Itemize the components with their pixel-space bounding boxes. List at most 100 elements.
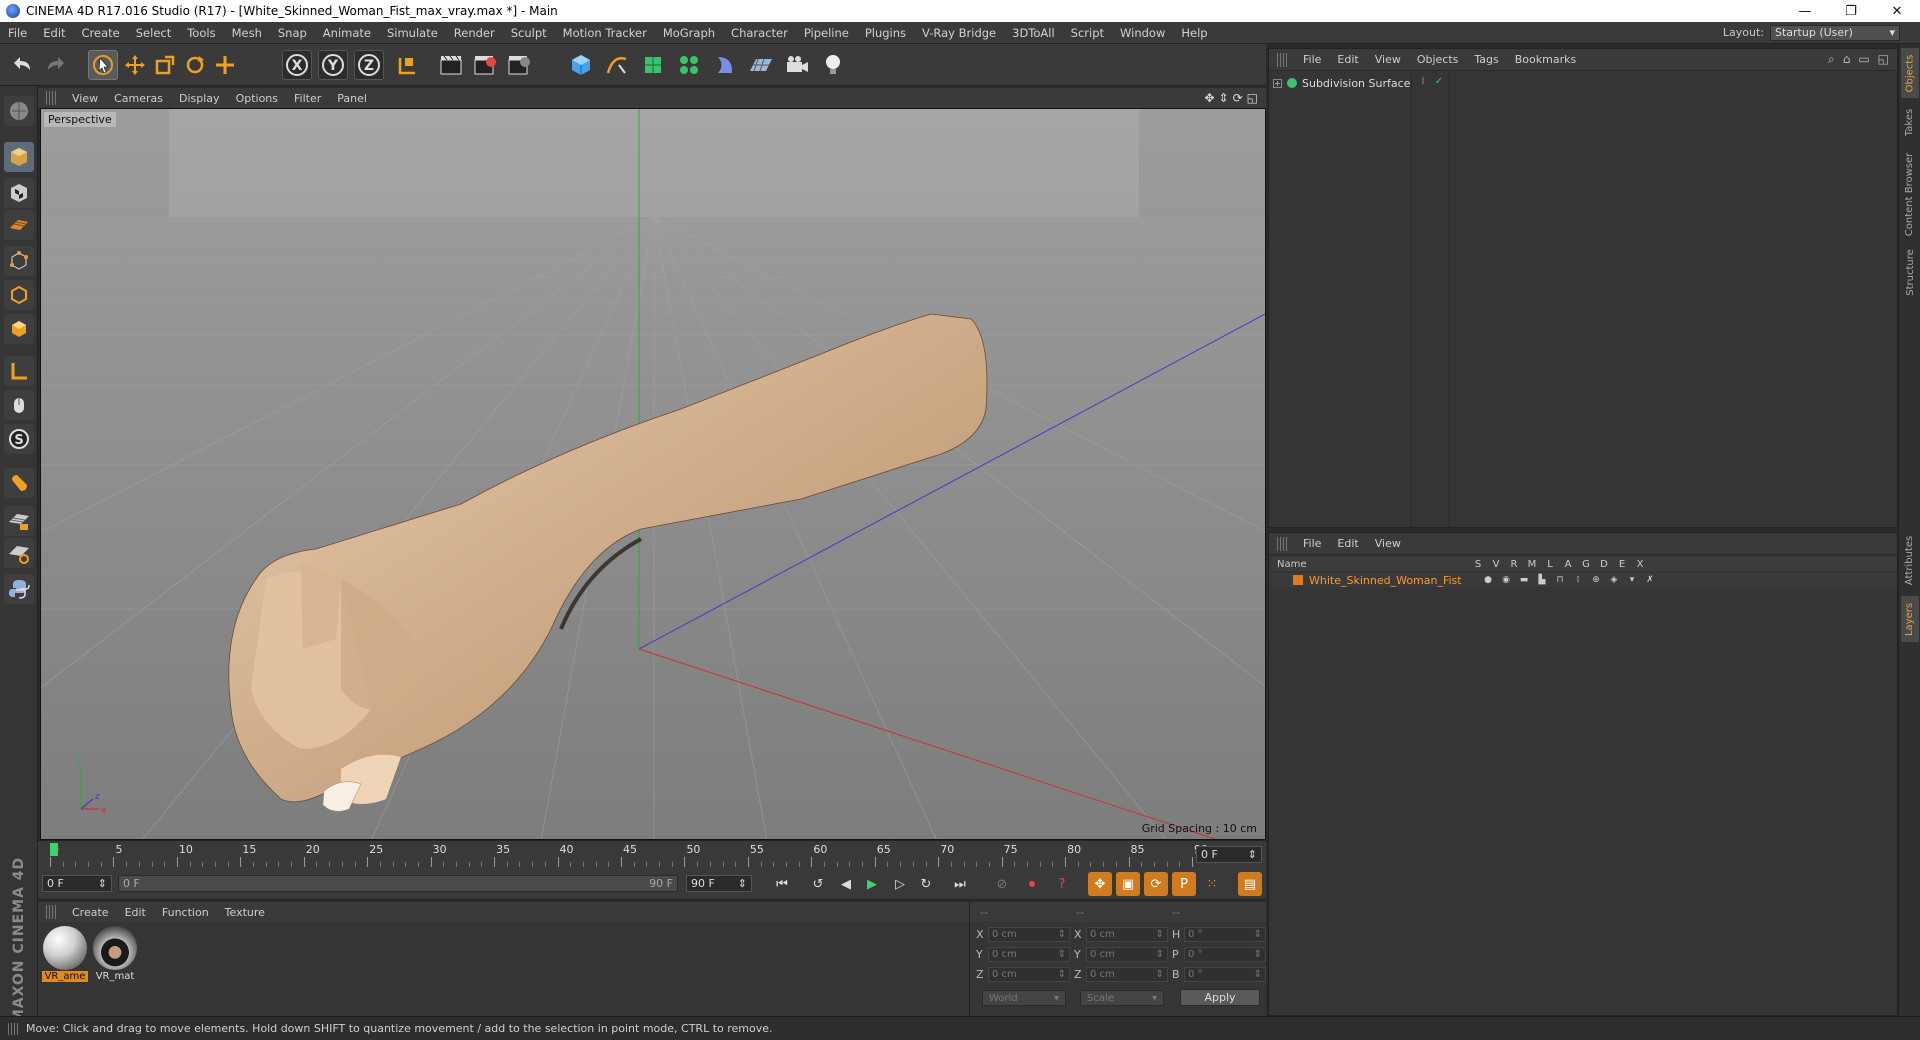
rotation-p-field[interactable]: 0 ° ⇕ (1184, 946, 1266, 962)
viewport-menu-filter[interactable]: Filter (286, 92, 329, 105)
camera-icon[interactable] (782, 50, 812, 80)
record-keys-icon[interactable]: ⊘ (990, 872, 1014, 896)
tab-structure[interactable]: Structure (1901, 246, 1919, 298)
light-icon[interactable] (818, 50, 848, 80)
menu-script[interactable]: Script (1063, 26, 1112, 40)
lock-icon[interactable]: ⊓ (1551, 575, 1569, 585)
key-position-icon[interactable]: ✥ (1088, 872, 1112, 896)
menu-animate[interactable]: Animate (315, 26, 379, 40)
layer-col-animation[interactable]: A (1559, 559, 1577, 570)
menu-3dtoall[interactable]: 3DToAll (1004, 26, 1063, 40)
transform-icon[interactable] (210, 50, 240, 80)
object-menu-file[interactable]: File (1295, 53, 1329, 66)
key-rotation-icon[interactable]: ⟳ (1144, 872, 1168, 896)
x-axis-icon[interactable]: X (282, 50, 312, 80)
maximize-view-icon[interactable]: ◱ (1247, 91, 1258, 105)
menu-select[interactable]: Select (128, 26, 179, 40)
points-mode-icon[interactable] (4, 246, 34, 276)
viewport-menu-display[interactable]: Display (171, 92, 228, 105)
object-menu-edit[interactable]: Edit (1329, 53, 1366, 66)
zoom-icon[interactable]: ⇕ (1219, 91, 1229, 105)
model-mode-icon[interactable] (4, 96, 34, 126)
play-icon[interactable]: ▶ (860, 872, 884, 896)
layer-col-lock[interactable]: L (1541, 559, 1559, 570)
tab-layers[interactable]: Layers (1901, 596, 1919, 642)
menu-character[interactable]: Character (723, 26, 796, 40)
xref-icon[interactable]: ✗ (1641, 575, 1659, 585)
timeline-ruler[interactable]: 051015202530354045505560657075808590 0 F… (38, 840, 1266, 868)
object-menu-view[interactable]: View (1367, 53, 1409, 66)
viewport-menu-options[interactable]: Options (228, 92, 286, 105)
size-x-field[interactable]: 0 cm ⇕ (1086, 926, 1168, 942)
viewport-menu-panel[interactable]: Panel (329, 92, 375, 105)
start-frame-field[interactable]: 0 F ⇕ (42, 875, 112, 892)
menu-tools[interactable]: Tools (179, 26, 223, 40)
position-x-field[interactable]: 0 cm ⇕ (988, 926, 1070, 942)
previous-key-icon[interactable]: ↺ (806, 872, 830, 896)
panel-grip-icon[interactable] (1277, 52, 1289, 67)
tab-attributes[interactable]: Attributes (1901, 530, 1919, 590)
frame-range-slider[interactable]: 0 F 90 F (118, 875, 678, 892)
layout-select[interactable]: Startup (User) ▾ (1770, 24, 1900, 41)
key-scale-icon[interactable]: ▣ (1116, 872, 1140, 896)
undo-icon[interactable] (8, 50, 38, 80)
generator-icon[interactable]: ⊕ (1587, 575, 1605, 585)
menu-file[interactable]: File (0, 26, 35, 40)
spline-pen-icon[interactable] (602, 50, 632, 80)
key-point-level-icon[interactable]: ⁙ (1200, 872, 1224, 896)
menu-mesh[interactable]: Mesh (224, 26, 270, 40)
layer-menu-file[interactable]: File (1295, 537, 1329, 550)
rotate-icon[interactable] (180, 50, 210, 80)
menu-snap[interactable]: Snap (270, 26, 315, 40)
menu-help[interactable]: Help (1173, 26, 1215, 40)
axis-mode-icon[interactable] (4, 356, 34, 386)
go-to-end-icon[interactable]: ⏭ (948, 872, 972, 896)
panel-grip-icon[interactable] (1277, 536, 1289, 551)
rotation-h-field[interactable]: 0 ° ⇕ (1184, 926, 1266, 942)
timeline-window-icon[interactable]: ▤ (1238, 872, 1262, 896)
object-menu-bookmarks[interactable]: Bookmarks (1507, 53, 1584, 66)
menu-render[interactable]: Render (446, 26, 503, 40)
panel-grip-icon[interactable] (46, 905, 58, 919)
viewport-menu-cameras[interactable]: Cameras (106, 92, 171, 105)
maximize-panel-icon[interactable]: ◱ (1878, 52, 1889, 67)
menu-vray-bridge[interactable]: V-Ray Bridge (914, 26, 1004, 40)
layer-col-deformers[interactable]: D (1595, 559, 1613, 570)
layer-col-view[interactable]: V (1487, 559, 1505, 570)
y-axis-icon[interactable]: Y (318, 50, 348, 80)
floor-icon[interactable] (746, 50, 776, 80)
coordinate-space-select[interactable]: World ▾ (982, 990, 1066, 1006)
tab-content-browser[interactable]: Content Browser (1901, 148, 1919, 240)
locked-workplane-icon[interactable] (4, 506, 34, 536)
menu-mograph[interactable]: MoGraph (655, 26, 723, 40)
size-mode-select[interactable]: Scale ▾ (1080, 990, 1164, 1006)
magnet-icon[interactable] (4, 468, 34, 498)
snapping-icon[interactable]: S (4, 424, 34, 454)
edges-mode-icon[interactable] (4, 280, 34, 310)
restore-button[interactable]: ❐ (1828, 0, 1874, 22)
position-y-field[interactable]: 0 cm ⇕ (988, 946, 1070, 962)
solo-dot-icon[interactable]: ● (1479, 575, 1497, 585)
playhead-marker[interactable] (50, 843, 58, 856)
menu-sculpt[interactable]: Sculpt (503, 26, 555, 40)
expression-icon[interactable]: ▾ (1623, 575, 1641, 585)
layer-col-generators[interactable]: G (1577, 559, 1595, 570)
size-y-field[interactable]: 0 cm ⇕ (1086, 946, 1168, 962)
3d-viewport[interactable]: y x z Perspective Grid Spacing : 10 cm (40, 108, 1266, 840)
z-axis-icon[interactable]: Z (354, 50, 384, 80)
deformer-icon[interactable]: ◈ (1605, 575, 1623, 585)
viewport-camera-label[interactable]: Perspective (44, 112, 116, 127)
cube-icon[interactable] (566, 50, 596, 80)
material-menu-texture[interactable]: Texture (217, 906, 273, 919)
python-icon[interactable] (4, 574, 34, 604)
menu-motion-tracker[interactable]: Motion Tracker (555, 26, 655, 40)
object-menu-objects[interactable]: Objects (1409, 53, 1467, 66)
layer-color-swatch[interactable] (1293, 575, 1303, 585)
render-clapper-icon[interactable]: ▬ (1515, 575, 1533, 585)
tab-takes[interactable]: Takes (1901, 102, 1919, 142)
keyframe-selection-icon[interactable]: ? (1050, 872, 1074, 896)
object-menu-tags[interactable]: Tags (1466, 53, 1506, 66)
menu-plugins[interactable]: Plugins (857, 26, 914, 40)
viewport-menu-view[interactable]: View (64, 92, 106, 105)
go-to-start-icon[interactable]: ⏮ (770, 872, 794, 896)
